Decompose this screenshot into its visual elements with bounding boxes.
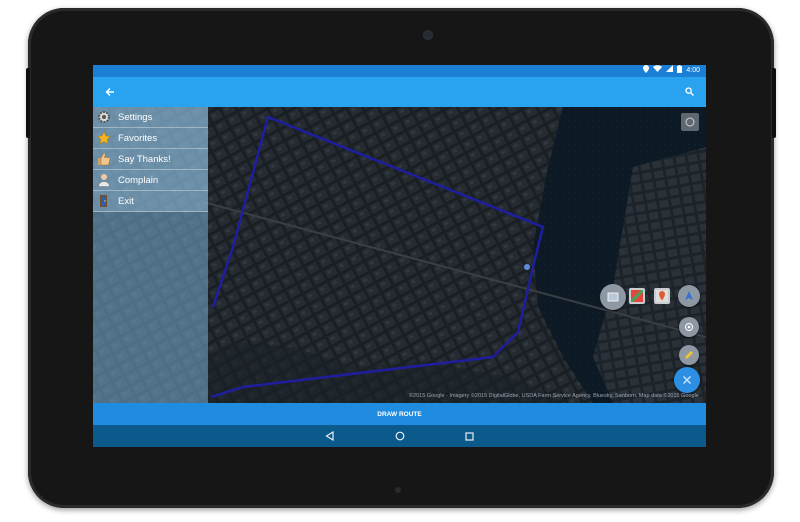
bottom-dot [395, 487, 401, 493]
drawer-item-say-thanks[interactable]: Say Thanks! [93, 149, 208, 170]
nav-recents-button[interactable] [460, 428, 480, 444]
drawer-item-label: Favorites [118, 132, 158, 144]
door-icon [96, 193, 112, 209]
arrow-left-icon [105, 88, 114, 96]
side-right-edge [772, 68, 776, 138]
status-bar: 4:00 [93, 65, 706, 77]
navigation-arrow-icon [685, 291, 693, 300]
search-button[interactable] [678, 81, 700, 103]
drawer-item-label: Complain [118, 174, 159, 186]
star-icon [96, 130, 112, 146]
drawer-item-complain[interactable]: Complain [93, 170, 208, 191]
pin-icon [656, 290, 668, 302]
drawer-item-favorites[interactable]: Favorites [93, 128, 208, 149]
thumbs-up-icon [96, 151, 112, 167]
edit-route-button[interactable] [679, 345, 699, 365]
drawer-item-label: Exit [118, 195, 134, 207]
battery-icon [677, 65, 683, 78]
drawer-item-label: Say Thanks! [118, 153, 171, 165]
device-screen: 4:00 Settings Favorites Say Thanks! Comp… [93, 65, 706, 447]
route-point[interactable] [524, 264, 530, 270]
front-camera [424, 31, 432, 39]
nav-home-button[interactable] [390, 428, 410, 444]
layers-icon [607, 292, 619, 302]
app-bar [93, 77, 706, 107]
signal-icon [666, 65, 674, 77]
map-attribution: ©2015 Google · Imagery ©2015 DigitalGlob… [409, 393, 699, 399]
map-type-button[interactable] [629, 288, 645, 304]
my-location-button[interactable] [679, 317, 699, 337]
search-icon [684, 87, 694, 96]
triangle-back-icon [325, 431, 334, 441]
pencil-icon [685, 351, 693, 359]
wifi-icon [653, 65, 663, 77]
circle-home-icon [395, 431, 404, 441]
draw-route-button[interactable]: DRAW ROUTE [93, 403, 706, 425]
person-icon [96, 172, 112, 188]
pin-button[interactable] [654, 288, 670, 304]
close-icon [683, 376, 691, 384]
gear-icon [96, 109, 112, 125]
drawer-item-label: Settings [118, 111, 153, 123]
close-route-fab[interactable] [674, 367, 700, 393]
clock-time: 4:00 [686, 67, 700, 74]
location-icon [643, 65, 650, 78]
map-icon [631, 290, 643, 302]
back-button[interactable] [99, 81, 121, 103]
drawer-item-settings[interactable]: Settings [93, 107, 208, 128]
navigation-button[interactable] [678, 285, 700, 307]
navigation-drawer: Settings Favorites Say Thanks! Complain … [93, 107, 208, 403]
side-left-edge [26, 68, 30, 138]
square-recents-icon [465, 431, 474, 441]
nav-back-button[interactable] [320, 428, 340, 444]
drawer-item-exit[interactable]: Exit [93, 191, 208, 212]
map-layers-button[interactable] [600, 284, 626, 310]
system-nav-bar [93, 425, 706, 447]
crosshair-icon [685, 323, 693, 331]
compass-button[interactable] [681, 113, 699, 131]
